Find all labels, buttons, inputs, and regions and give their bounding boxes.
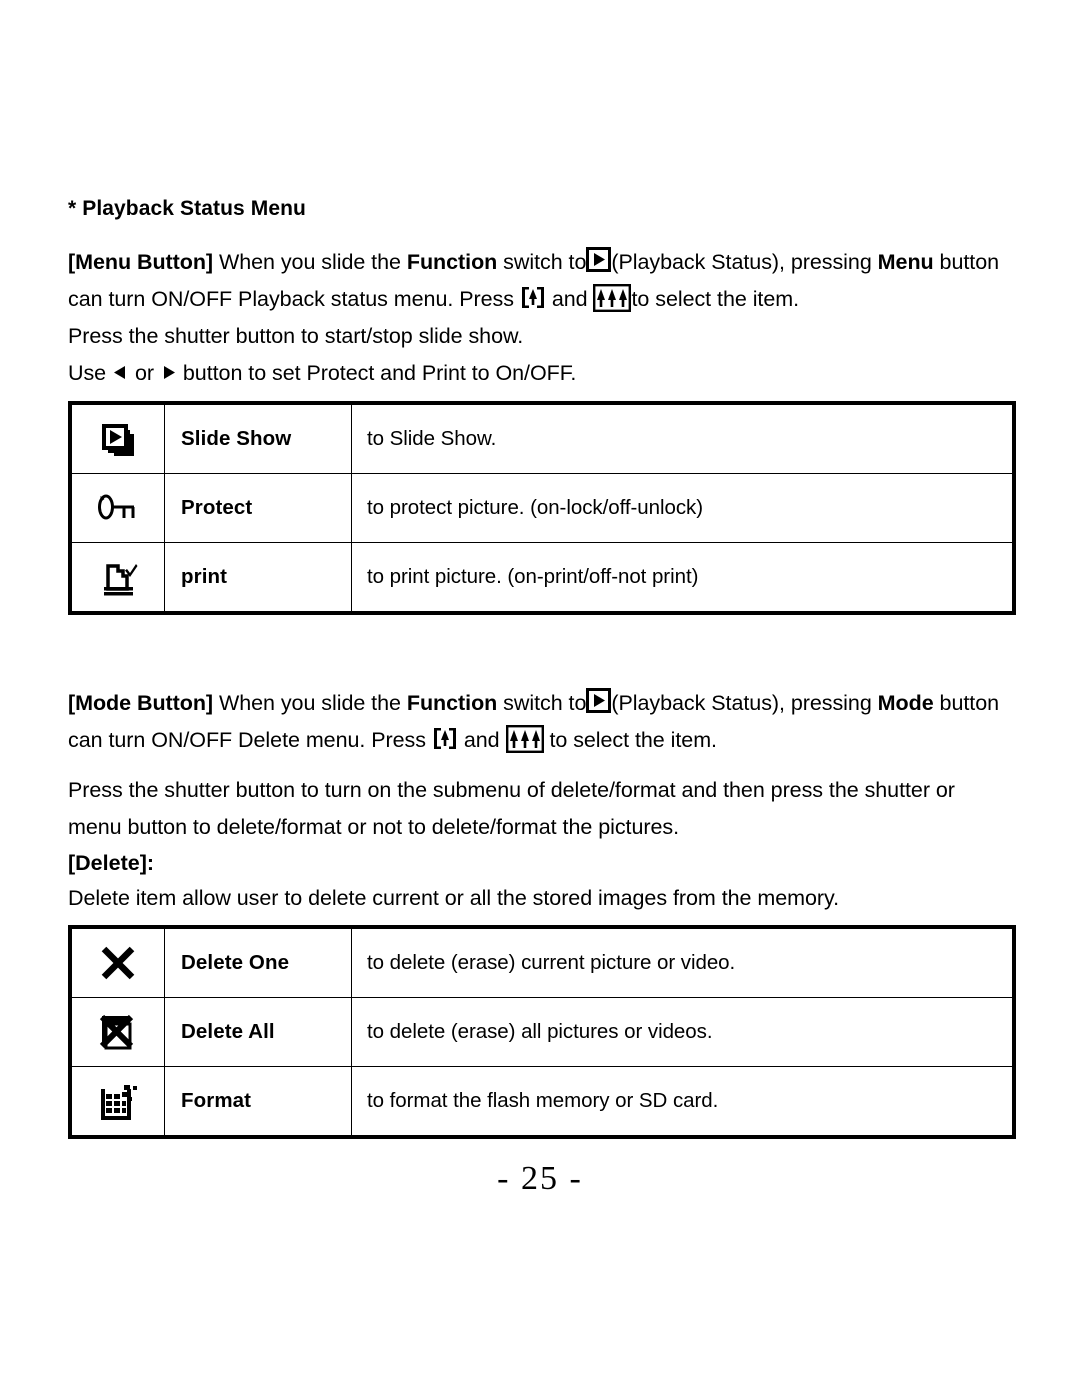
mode-intro-text-3: (Playback Status), pressing — [611, 691, 872, 716]
format-icon-cell — [69, 1066, 165, 1138]
slide-show-name: Slide Show — [164, 402, 352, 475]
delete-one-description: to delete (erase) current picture or vid… — [351, 926, 1015, 999]
shutter-slideshow-line: Press the shutter button to start/stop s… — [68, 324, 524, 349]
print-icon-cell — [69, 542, 165, 614]
triple-tree-box-icon — [505, 725, 544, 754]
format-description: to format the flash memory or SD card. — [351, 1066, 1015, 1138]
mode-button-paragraph: [Mode Button] When you slide the Functio… — [68, 685, 1018, 759]
menu-intro-text-3: (Playback Status), pressing — [611, 250, 872, 275]
playback-status-menu-table: Slide Show to Slide Show. Protect to pro… — [68, 401, 1016, 616]
format-name: Format — [164, 1066, 352, 1138]
delete-all-name: Delete All — [164, 997, 352, 1068]
single-tree-bracket-icon — [520, 284, 546, 311]
mode-button-label: [Mode Button] — [68, 691, 214, 716]
slide-show-icon-cell — [69, 402, 165, 475]
single-tree-bracket-icon — [432, 725, 458, 752]
table-row: Format to format the flash memory or SD … — [69, 1066, 1015, 1138]
mode-shutter-line-1: Press the shutter button to turn on the … — [68, 778, 955, 803]
menu-intro-text-1: When you slide the — [218, 250, 401, 275]
delete-description-line: Delete item allow user to delete current… — [68, 886, 840, 911]
table-row: Protect to protect picture. (on-lock/off… — [69, 473, 1015, 544]
mode-intro-text-2: switch to — [503, 691, 587, 716]
table-row: print to print picture. (on-print/off-no… — [69, 542, 1015, 614]
mode-bold-2: Mode — [877, 691, 934, 716]
mode-intro-text-6: to select the item. — [549, 728, 717, 753]
format-card-icon — [95, 1078, 141, 1124]
key-protect-icon — [94, 488, 142, 528]
menu-intro-text-6: to select the item. — [631, 287, 800, 312]
menu-intro-text-5: and — [551, 287, 588, 312]
page-number: - 25 - — [497, 1160, 583, 1197]
protect-icon-cell — [69, 473, 165, 544]
use-arrows-line: Use or button to set Protect and Print t… — [68, 355, 1018, 392]
document-page: * Playback Status Menu [Menu Button] Whe… — [0, 0, 1080, 1397]
table-row: Slide Show to Slide Show. — [69, 402, 1015, 475]
table-row: Delete All to delete (erase) all picture… — [69, 997, 1015, 1068]
mode-intro-text-5: and — [463, 728, 500, 753]
function-bold-2: Function — [406, 691, 498, 716]
protect-name: Protect — [164, 473, 352, 544]
print-name: print — [164, 542, 352, 614]
use-text-2: or — [134, 361, 154, 386]
use-text-1: Use — [68, 361, 107, 386]
right-triangle-icon — [160, 364, 177, 381]
delete-all-description: to delete (erase) all pictures or videos… — [351, 997, 1015, 1068]
triple-tree-box-icon — [593, 284, 632, 313]
play-button-icon — [586, 688, 612, 714]
slide-show-icon — [96, 417, 140, 461]
left-triangle-icon — [112, 364, 129, 381]
delete-subheading: [Delete]: — [68, 851, 155, 876]
delete-menu-table: Delete One to delete (erase) current pic… — [68, 925, 1016, 1140]
menu-button-label: [Menu Button] — [68, 250, 214, 275]
menu-bold-2: Menu — [877, 250, 934, 275]
printer-check-icon — [96, 555, 140, 599]
delete-all-icon — [97, 1011, 139, 1053]
delete-one-x-icon — [97, 942, 139, 984]
delete-one-icon-cell — [69, 926, 165, 999]
function-bold-1: Function — [406, 250, 498, 275]
table-row: Delete One to delete (erase) current pic… — [69, 926, 1015, 999]
play-button-icon — [586, 247, 612, 273]
menu-intro-text-2: switch to — [503, 250, 587, 275]
page-content: * Playback Status Menu [Menu Button] Whe… — [68, 196, 1018, 1140]
protect-description: to protect picture. (on-lock/off-unlock) — [351, 473, 1015, 544]
mode-shutter-line-2: menu button to delete/format or not to d… — [68, 815, 679, 840]
menu-button-paragraph: [Menu Button] When you slide the Functio… — [68, 244, 1018, 318]
slide-show-description: to Slide Show. — [351, 402, 1015, 475]
delete-one-name: Delete One — [164, 926, 352, 999]
use-text-3: button to set Protect and Print to On/OF… — [182, 361, 577, 386]
print-description: to print picture. (on-print/off-not prin… — [351, 542, 1015, 614]
playback-status-menu-heading: * Playback Status Menu — [68, 197, 306, 220]
delete-all-icon-cell — [69, 997, 165, 1068]
mode-intro-text-1: When you slide the — [218, 691, 401, 716]
